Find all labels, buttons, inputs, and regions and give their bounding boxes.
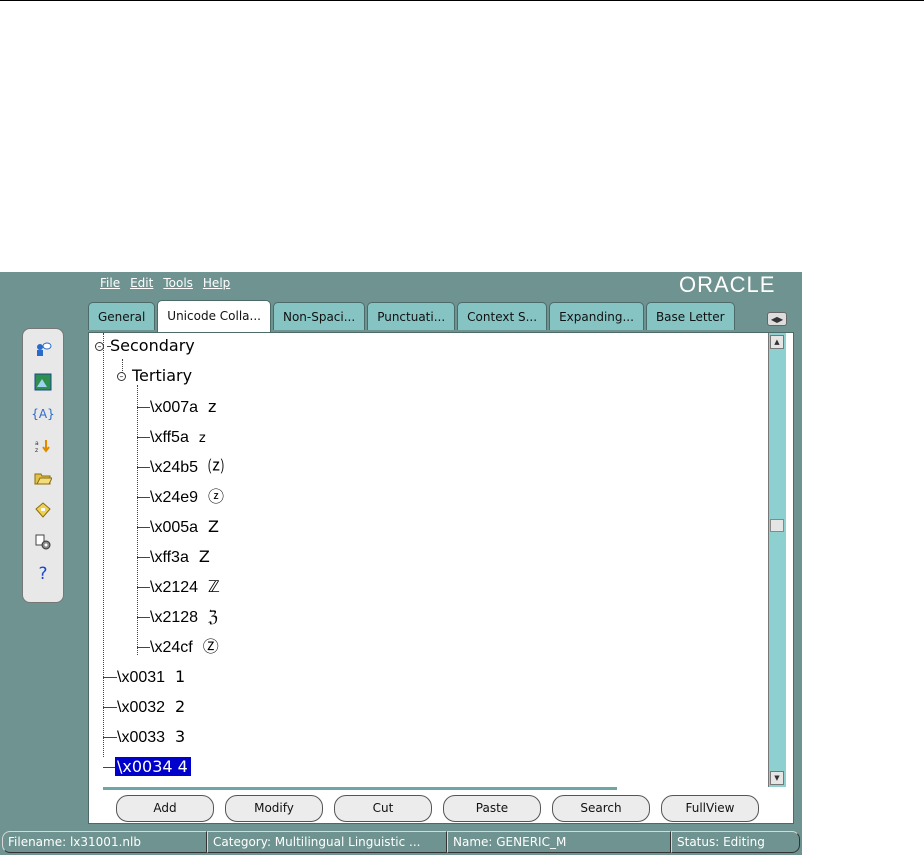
tree-leaf[interactable]: \x2128 ℨ (150, 604, 218, 630)
tree-connector (137, 385, 138, 655)
tree-node-label: Tertiary (132, 366, 193, 385)
tree-leaf[interactable]: \x0032 2 (117, 694, 185, 720)
locale-builder-window: File Edit Tools Help ORACLE General Unic… (0, 272, 802, 855)
tree-connector (103, 333, 104, 757)
tree-leaf[interactable]: \x24e9 ⓩ (150, 484, 224, 510)
sort-icon[interactable]: az (34, 437, 52, 455)
tab-unicode-collation[interactable]: Unicode Colla... (157, 300, 271, 332)
tab-general[interactable]: General (88, 302, 156, 330)
tree-connector (107, 346, 111, 347)
tree-leaf[interactable]: \xff5a z (150, 424, 206, 450)
tree-leaf-selected[interactable]: \x0034 4 (115, 754, 191, 780)
tree-connector (137, 557, 150, 558)
tree-connector (103, 677, 117, 678)
collation-tree[interactable]: – Secondary – Tertiary \x007a z \xff5a z \… (89, 333, 765, 823)
menu-edit[interactable]: Edit (125, 274, 158, 294)
tree-node-tertiary[interactable]: – Tertiary (117, 363, 192, 389)
tree-connector (137, 467, 150, 468)
tree-connector (137, 407, 150, 408)
image-icon[interactable] (34, 373, 52, 391)
tree-leaf[interactable]: \x2124 ℤ (150, 574, 220, 600)
menu-tools[interactable]: Tools (158, 274, 198, 294)
settings-icon[interactable] (34, 533, 52, 551)
variable-icon[interactable]: {A} (31, 405, 54, 423)
status-state: Status: Editing (671, 831, 800, 853)
status-bar: Filename: lx31001.nlb Category: Multilin… (2, 831, 800, 853)
horizontal-scrollbar[interactable] (103, 787, 617, 790)
tree-connector (137, 647, 150, 648)
tab-expanding[interactable]: Expanding... (549, 302, 644, 330)
tree-connector (137, 527, 150, 528)
vertical-scrollbar[interactable]: ▲ ▼ (768, 333, 786, 787)
scroll-thumb[interactable] (770, 519, 784, 532)
collapse-icon[interactable]: – (95, 342, 104, 351)
search-button[interactable]: Search (552, 795, 650, 822)
tree-connector (103, 707, 117, 708)
collation-tree-panel: – Secondary – Tertiary \x007a z \xff5a z \… (88, 332, 794, 824)
tree-leaf[interactable]: \x007a z (150, 394, 216, 420)
status-category: Category: Multilingual Linguistic ... (207, 831, 447, 853)
oracle-logo: ORACLE (679, 272, 776, 297)
tree-leaf[interactable]: \x005a Z (150, 514, 219, 540)
tree-connector (137, 587, 150, 588)
tree-leaf[interactable]: \x0033 3 (117, 724, 185, 750)
svg-text:a: a (35, 440, 39, 447)
status-name: Name: GENERIC_M (447, 831, 671, 853)
fullview-button[interactable]: FullView (661, 795, 759, 822)
tree-node-label: Secondary (110, 336, 195, 355)
menu-file[interactable]: File (95, 274, 125, 294)
help-icon[interactable]: ? (34, 564, 52, 584)
tab-punctuation[interactable]: Punctuati... (367, 302, 456, 330)
tree-leaf[interactable]: \x24cf Ⓩ (150, 634, 219, 660)
status-filename: Filename: lx31001.nlb (2, 831, 207, 853)
tab-scroll-arrows-icon[interactable]: ◀▶ (767, 312, 787, 326)
open-folder-icon[interactable] (34, 469, 52, 487)
tree-connector (137, 437, 150, 438)
action-buttons: Add Modify Cut Paste Search FullView (116, 795, 759, 822)
tab-non-spacing[interactable]: Non-Spaci... (272, 302, 366, 330)
add-button[interactable]: Add (116, 795, 214, 822)
tree-leaf[interactable]: \x0031 1 (117, 664, 185, 690)
tab-context-sensitive[interactable]: Context S... (457, 302, 548, 330)
svg-text:z: z (35, 447, 38, 454)
user-help-icon[interactable] (34, 341, 52, 359)
tab-strip: General Unicode Colla... Non-Spaci... Pu… (88, 300, 737, 332)
scroll-down-icon[interactable]: ▼ (770, 771, 784, 785)
tree-leaf[interactable]: \xff3a Z (150, 544, 210, 570)
save-icon[interactable] (34, 501, 52, 519)
tree-connector (137, 617, 150, 618)
modify-button[interactable]: Modify (225, 795, 323, 822)
menu-help[interactable]: Help (198, 274, 235, 294)
tree-connector (103, 737, 117, 738)
paste-button[interactable]: Paste (443, 795, 541, 822)
side-toolbar: {A} az ? (22, 328, 64, 603)
scroll-up-icon[interactable]: ▲ (770, 335, 784, 349)
cut-button[interactable]: Cut (334, 795, 432, 822)
tab-base-letter[interactable]: Base Letter (645, 302, 735, 330)
top-divider (0, 0, 924, 1)
menu-bar: File Edit Tools Help (95, 274, 235, 294)
tree-leaf[interactable]: \x24b5 ⒵ (150, 454, 224, 480)
collapse-icon[interactable]: – (117, 372, 126, 381)
tree-connector (137, 497, 150, 498)
